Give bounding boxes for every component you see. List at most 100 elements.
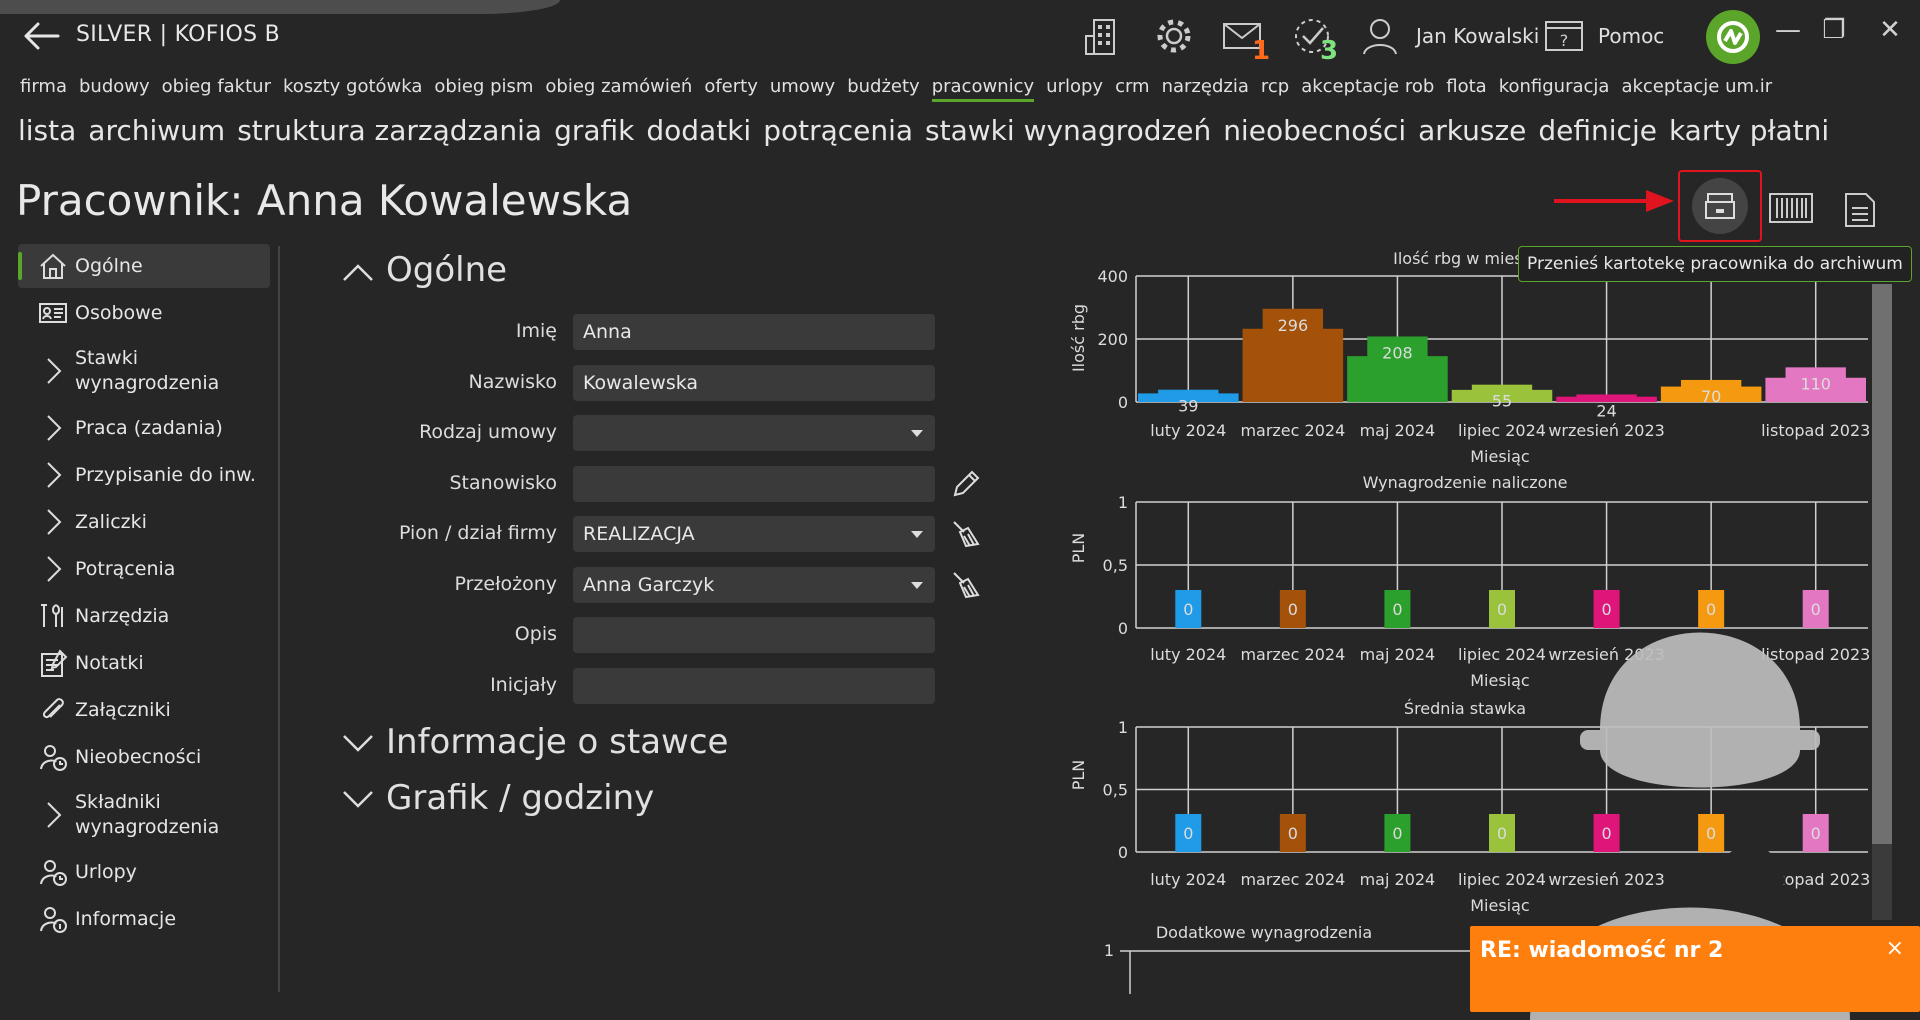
- x-tick-label: wrzesień 2023: [1548, 421, 1664, 440]
- field-label-7: Inicjały: [490, 673, 557, 696]
- sidebar-item-potrącenia[interactable]: Potrącenia: [18, 547, 270, 591]
- sidebar-item-narzędzia[interactable]: Narzędzia: [18, 594, 270, 638]
- input-inicjały[interactable]: [573, 667, 935, 704]
- menu-item-umowy[interactable]: umowy: [770, 76, 835, 102]
- submenu-item-dodatki[interactable]: dodatki: [646, 114, 751, 147]
- sidebar-item-label: Urlopy: [75, 860, 137, 883]
- paperclip-icon: [42, 698, 64, 719]
- submenu-item-grafik[interactable]: grafik: [554, 114, 634, 147]
- section-title: Informacje o stawce: [386, 722, 729, 762]
- sidebar-item-przypisanie-do-inw-[interactable]: Przypisanie do inw.: [18, 453, 270, 497]
- menu-item-koszty-gotówka[interactable]: koszty gotówka: [283, 76, 422, 102]
- sidebar-item-notatki[interactable]: Notatki: [18, 641, 270, 685]
- charts-scrollbar[interactable]: [1872, 284, 1892, 920]
- sidebar-item-label: Ogólne: [75, 254, 143, 277]
- sidebar-item-label: Załączniki: [75, 698, 171, 721]
- bar-value-label: 0: [1183, 824, 1193, 843]
- sidebar-item-osobowe[interactable]: Osobowe: [18, 291, 270, 335]
- menu-item-pracownicy[interactable]: pracownicy: [931, 76, 1035, 102]
- y-axis-label: PLN: [1069, 760, 1088, 791]
- sidebar-item-label: Notatki: [75, 651, 144, 674]
- toast-close-button[interactable]: ×: [1886, 936, 1904, 961]
- input-nazwisko[interactable]: Kowalewska: [573, 364, 935, 401]
- chart-title: Dodatkowe wynagrodzenia: [1156, 923, 1372, 942]
- x-tick-label: marzec 2024: [1240, 645, 1345, 664]
- y-tick-label: 400: [1097, 267, 1128, 286]
- section-title: Grafik / godziny: [386, 778, 655, 818]
- notification-toast[interactable]: RE: wiadomość nr 2 ×: [1470, 926, 1920, 1012]
- home-icon: [40, 253, 66, 279]
- back-arrow-icon[interactable]: [20, 20, 60, 52]
- red-arrow-annotation: [1554, 190, 1674, 212]
- select-pion-dział-firmy[interactable]: REALIZACJA: [573, 516, 935, 552]
- y-tick-label: 0,5: [1103, 556, 1128, 575]
- x-tick-label: maj 2024: [1360, 421, 1436, 440]
- scrollbar-thumb[interactable]: [1872, 284, 1892, 844]
- x-tick-label: maj 2024: [1360, 870, 1436, 889]
- sidebar-item-label: Zaliczki: [75, 510, 147, 533]
- chevron-up-icon: [343, 264, 373, 281]
- sidebar-item-urlopy[interactable]: Urlopy: [18, 850, 270, 894]
- select-przełożony[interactable]: Anna Garczyk: [573, 566, 935, 603]
- x-tick-label: luty 2024: [1150, 645, 1226, 664]
- sidebar-item-informacje[interactable]: Informacje: [18, 897, 270, 941]
- bar-value-label: 296: [1278, 316, 1309, 335]
- bar-value-label: 208: [1382, 343, 1413, 362]
- chevron-down-icon: [343, 735, 373, 752]
- chevron-right-icon: [47, 556, 62, 582]
- menu-item-obieg-pism[interactable]: obieg pism: [434, 76, 533, 102]
- bar-value-label: 0: [1288, 824, 1298, 843]
- bar-value-label: 70: [1701, 387, 1721, 406]
- sidebar-item-nieobecności[interactable]: Nieobecności: [18, 735, 270, 779]
- submenu-item-struktura-zarządzania[interactable]: struktura zarządzania: [237, 114, 542, 147]
- chevron-right-icon: [47, 802, 62, 828]
- input-imię[interactable]: Anna: [573, 314, 935, 350]
- select-rodzaj-umowy[interactable]: [573, 415, 935, 451]
- document-icon[interactable]: [1842, 188, 1878, 230]
- menu-item-budżety[interactable]: budżety: [847, 76, 920, 102]
- app-title: SILVER | KOFIOS B: [76, 22, 281, 47]
- field-label-5: Przełożony: [454, 572, 557, 595]
- x-axis-label: Miesiąc: [1470, 447, 1529, 466]
- input-opis[interactable]: [573, 617, 935, 653]
- y-axis-label: Ilość rbg: [1069, 304, 1088, 372]
- submenu-item-potrącenia[interactable]: potrącenia: [763, 114, 913, 147]
- sidebar-divider: [278, 246, 280, 992]
- bar-value-label: 110: [1800, 374, 1831, 393]
- submenu-item-lista[interactable]: lista: [18, 114, 76, 147]
- bar-value-label: 55: [1492, 392, 1512, 411]
- pencil-icon[interactable]: [950, 468, 982, 500]
- person-clock-icon: [40, 745, 67, 771]
- field-label-2: Rodzaj umowy: [419, 421, 557, 443]
- submenu-item-archiwum[interactable]: archiwum: [88, 114, 225, 147]
- field-label-6: Opis: [514, 623, 557, 645]
- sidebar-item-praca-zadania-[interactable]: Praca (zadania): [18, 406, 270, 450]
- y-tick-label: 1: [1104, 941, 1114, 960]
- input-stanowisko[interactable]: [573, 465, 935, 502]
- menu-item-obieg-zamówień[interactable]: obieg zamówień: [545, 76, 692, 102]
- x-tick-label: maj 2024: [1360, 645, 1436, 664]
- menu-item-budowy[interactable]: budowy: [79, 76, 150, 102]
- sidebar-item-zaliczki[interactable]: Zaliczki: [18, 500, 270, 544]
- chevron-down-icon: [343, 791, 373, 808]
- menu-item-firma[interactable]: firma: [20, 76, 67, 102]
- menu-item-obieg-faktur[interactable]: obieg faktur: [162, 76, 271, 102]
- sidebar-item-stawki[interactable]: Stawki wynagrodzenia: [18, 338, 270, 404]
- person-info-icon: [40, 907, 67, 933]
- field-label-0: Imię: [515, 320, 557, 342]
- bar-value-label: 0: [1392, 824, 1402, 843]
- barcode-icon[interactable]: [1768, 190, 1814, 226]
- sidebar: Ogólne Osobowe Stawki wynagrodzenia Praca (…: [18, 244, 270, 944]
- field-label-4: Pion / dział firmy: [398, 522, 557, 544]
- sidebar-item-label: Potrącenia: [75, 557, 176, 580]
- menu-item-oferty[interactable]: oferty: [704, 76, 758, 102]
- sidebar-item-ogólne[interactable]: Ogólne: [18, 244, 270, 288]
- broom-icon[interactable]: [950, 518, 982, 550]
- broom-icon[interactable]: [950, 569, 982, 601]
- archive-button[interactable]: [1692, 178, 1748, 234]
- sidebar-item-składniki[interactable]: Składniki wynagrodzenia: [18, 782, 270, 848]
- y-tick-label: 0,5: [1103, 781, 1128, 800]
- bar-value-label: 0: [1183, 600, 1193, 619]
- x-tick-label: marzec 2024: [1240, 421, 1345, 440]
- sidebar-item-załączniki[interactable]: Załączniki: [18, 688, 270, 732]
